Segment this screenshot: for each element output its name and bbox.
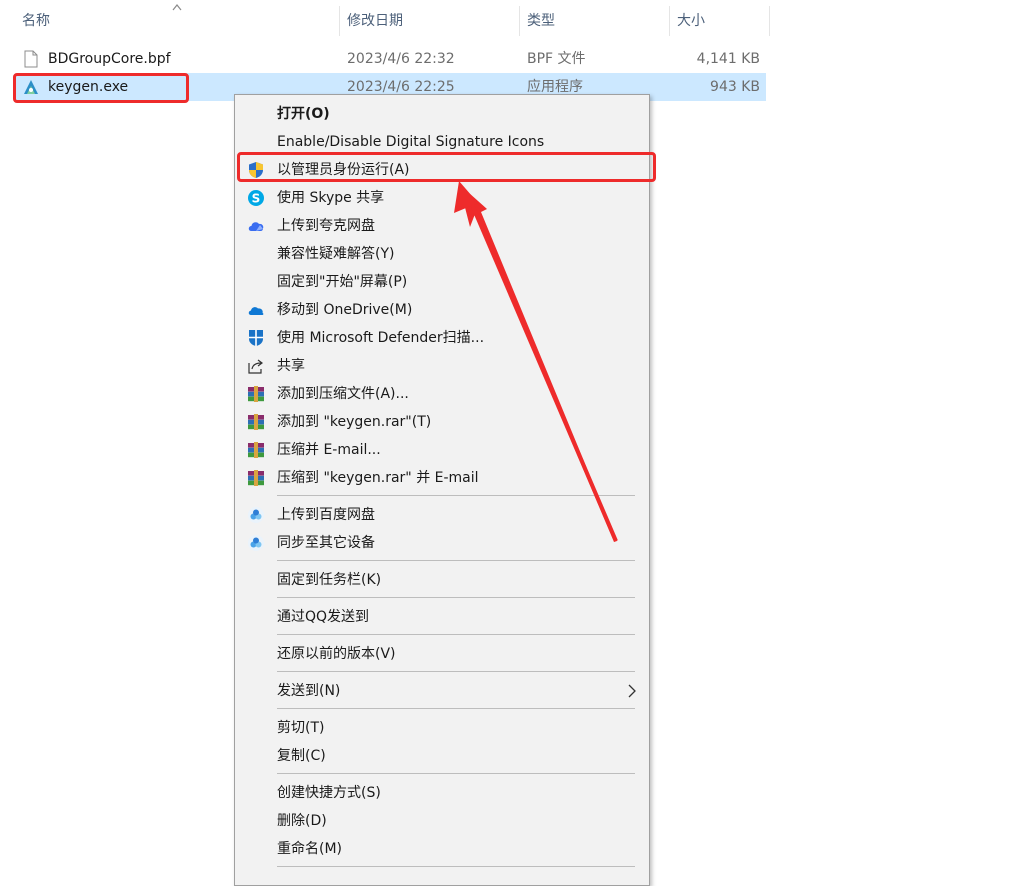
quark-cloud-icon	[248, 222, 264, 231]
menu-item-sync-devices[interactable]: 同步至其它设备	[235, 529, 649, 557]
menu-label: 共享	[277, 358, 305, 374]
menu-label: 打开(O)	[277, 106, 330, 122]
file-size: 943 KB	[710, 79, 760, 95]
file-icon	[24, 50, 38, 68]
menu-separator	[277, 560, 635, 561]
menu-label: 上传到百度网盘	[277, 507, 375, 523]
menu-separator	[277, 495, 635, 496]
menu-item-pin-taskbar[interactable]: 固定到任务栏(K)	[235, 566, 649, 594]
menu-label: 压缩到 "keygen.rar" 并 E-mail	[277, 470, 479, 486]
menu-separator	[277, 866, 635, 867]
menu-label: 移动到 OneDrive(M)	[277, 302, 413, 318]
menu-separator	[277, 671, 635, 672]
menu-label: 使用 Microsoft Defender扫描...	[277, 330, 485, 346]
winrar-icon	[248, 386, 264, 402]
onedrive-icon	[248, 307, 264, 315]
menu-item-delete[interactable]: 删除(D)	[235, 807, 649, 835]
menu-label: 兼容性疑难解答(Y)	[277, 246, 395, 262]
menu-item-open[interactable]: 打开(O)	[235, 100, 649, 128]
menu-label: 固定到"开始"屏幕(P)	[277, 274, 408, 290]
defender-shield-icon	[249, 330, 263, 346]
menu-label: 删除(D)	[277, 813, 327, 829]
menu-item-restore-versions[interactable]: 还原以前的版本(V)	[235, 640, 649, 668]
file-type: BPF 文件	[527, 51, 586, 67]
highlight-box-file	[13, 73, 189, 103]
file-date: 2023/4/6 22:32	[347, 51, 455, 67]
winrar-icon	[248, 414, 264, 430]
chevron-right-icon	[628, 684, 636, 698]
menu-item-share[interactable]: 共享	[235, 352, 649, 380]
menu-item-baidu-upload[interactable]: 上传到百度网盘	[235, 501, 649, 529]
menu-item-send-qq[interactable]: 通过QQ发送到	[235, 603, 649, 631]
menu-label: 同步至其它设备	[277, 535, 375, 551]
menu-label: 创建快捷方式(S)	[277, 785, 381, 801]
menu-item-add-archive[interactable]: 添加到压缩文件(A)...	[235, 380, 649, 408]
menu-label: 使用 Skype 共享	[277, 190, 385, 206]
menu-item-copy[interactable]: 复制(C)	[235, 742, 649, 770]
menu-label: 添加到压缩文件(A)...	[277, 386, 409, 402]
column-name[interactable]: 名称	[22, 0, 50, 42]
menu-item-compress-email[interactable]: 压缩并 E-mail...	[235, 436, 649, 464]
menu-label: 通过QQ发送到	[277, 609, 370, 625]
menu-item-rename[interactable]: 重命名(M)	[235, 835, 649, 863]
menu-item-quark-upload[interactable]: 上传到夸克网盘	[235, 212, 649, 240]
menu-item-add-keygen-rar[interactable]: 添加到 "keygen.rar"(T)	[235, 408, 649, 436]
column-size[interactable]: 大小	[677, 0, 705, 42]
menu-label: 固定到任务栏(K)	[277, 572, 382, 588]
menu-separator	[277, 708, 635, 709]
menu-label: 发送到(N)	[277, 683, 341, 699]
winrar-icon	[248, 470, 264, 486]
sort-ascending-icon	[172, 4, 182, 11]
highlight-box-run-as-admin	[237, 152, 656, 182]
column-type[interactable]: 类型	[527, 0, 555, 42]
file-size: 4,141 KB	[696, 51, 760, 67]
menu-separator	[277, 597, 635, 598]
svg-text:S: S	[252, 192, 261, 206]
menu-label: 上传到夸克网盘	[277, 218, 375, 234]
menu-label: 剪切(T)	[277, 720, 325, 736]
menu-item-compat-troubleshoot[interactable]: 兼容性疑难解答(Y)	[235, 240, 649, 268]
menu-item-skype-share[interactable]: S 使用 Skype 共享	[235, 184, 649, 212]
column-header: 名称 修改日期 类型 大小	[0, 0, 770, 42]
menu-label: 重命名(M)	[277, 841, 343, 857]
baidu-netdisk-icon	[248, 507, 264, 523]
menu-label: 压缩并 E-mail...	[277, 442, 381, 458]
menu-item-create-shortcut[interactable]: 创建快捷方式(S)	[235, 779, 649, 807]
menu-item-cut[interactable]: 剪切(T)	[235, 714, 649, 742]
column-divider[interactable]	[669, 6, 670, 36]
column-divider[interactable]	[769, 6, 770, 36]
file-row-bdgroupcore[interactable]: BDGroupCore.bpf 2023/4/6 22:32 BPF 文件 4,…	[16, 45, 766, 73]
column-divider[interactable]	[519, 6, 520, 36]
menu-separator	[277, 773, 635, 774]
file-name: BDGroupCore.bpf	[48, 51, 171, 67]
menu-label: 复制(C)	[277, 748, 326, 764]
column-divider[interactable]	[339, 6, 340, 36]
skype-icon: S	[248, 190, 264, 206]
menu-item-pin-start[interactable]: 固定到"开始"屏幕(P)	[235, 268, 649, 296]
menu-item-compress-rar-email[interactable]: 压缩到 "keygen.rar" 并 E-mail	[235, 464, 649, 492]
menu-item-move-onedrive[interactable]: 移动到 OneDrive(M)	[235, 296, 649, 324]
baidu-netdisk-icon	[248, 535, 264, 551]
menu-item-defender-scan[interactable]: 使用 Microsoft Defender扫描...	[235, 324, 649, 352]
menu-item-send-to[interactable]: 发送到(N)	[235, 677, 649, 705]
menu-label: 添加到 "keygen.rar"(T)	[277, 414, 432, 430]
winrar-icon	[248, 442, 264, 458]
share-icon	[248, 359, 263, 374]
menu-separator	[277, 634, 635, 635]
context-menu: 打开(O) Enable/Disable Digital Signature I…	[234, 94, 650, 886]
menu-label: 还原以前的版本(V)	[277, 646, 396, 662]
column-date[interactable]: 修改日期	[347, 0, 403, 42]
